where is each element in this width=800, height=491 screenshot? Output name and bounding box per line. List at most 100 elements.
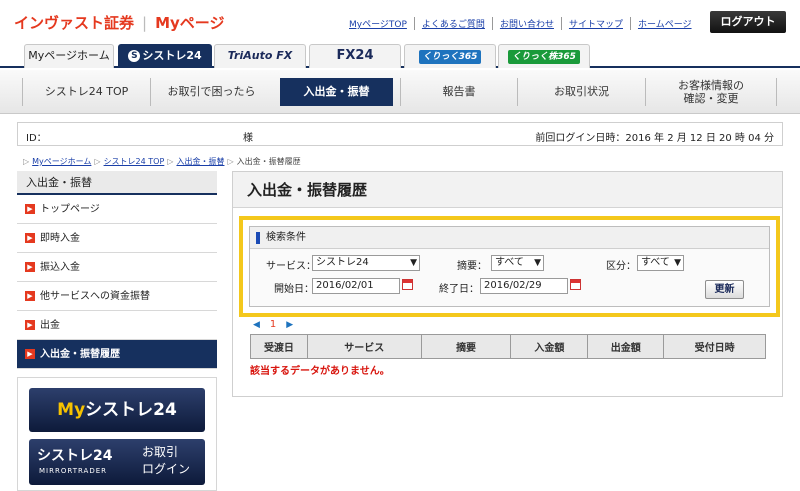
brand-name: インヴァスト証券 (14, 14, 135, 32)
start-date-input[interactable]: 2016/02/01 (312, 278, 400, 294)
sidebar-item-bank-deposit[interactable]: ▶ 振込入金 (17, 253, 217, 282)
tab-triauto-fx[interactable]: TriAuto FX (214, 44, 306, 68)
tab-systre24-label: シストレ24 (142, 49, 202, 62)
sidebar: 入出金・振替 ▶ トップページ ▶ 即時入金 ▶ 振込入金 ▶ 他サービスへの資金振替 … (17, 171, 217, 369)
next-page-icon[interactable]: ▶ (286, 320, 293, 330)
col-received-datetime: 受付日時 (663, 334, 766, 359)
main-nav: シストレ24 TOP お取引で困ったら 入出金・振替 報告書 お取引状況 お客様… (0, 70, 800, 114)
tab-systre24[interactable]: S シストレ24 (118, 44, 212, 68)
brand-logo[interactable]: インヴァスト証券 | Myページ (14, 12, 224, 33)
sidebar-heading: 入出金・振替 (17, 171, 217, 195)
banner2-line1: お取引 (142, 445, 179, 459)
sidebar-item-instant-deposit[interactable]: ▶ 即時入金 (17, 224, 217, 253)
sidebar-item-label: 振込入金 (40, 261, 80, 273)
tab-kurikku-kabu365[interactable]: くりっく株365 (498, 44, 590, 68)
site-header: インヴァスト証券 | Myページ MyページTOP よくあるご質問 お問い合わせ サ… (0, 0, 800, 44)
summary-select[interactable]: すべて ▼ (491, 255, 544, 271)
tab-kurikku365[interactable]: くりっく365 (404, 44, 496, 68)
chevron-down-icon: ▼ (674, 258, 681, 268)
page-number[interactable]: 1 (270, 319, 276, 330)
sidebar-item-label: 入出金・振替履歴 (40, 348, 120, 360)
caption-bar-icon (256, 231, 260, 244)
service-select-value: シストレ24 (316, 257, 369, 268)
breadcrumb-systre-top[interactable]: シストレ24 TOP (104, 156, 165, 167)
banner-systre-text: シストレ24 (85, 400, 177, 420)
breadcrumb-arrow: ▷ (167, 157, 174, 166)
sidebar-item-fund-transfer[interactable]: ▶ 他サービスへの資金振替 (17, 282, 217, 311)
logout-button[interactable]: ログアウト (710, 11, 786, 33)
nav-systre24-top[interactable]: シストレ24 TOP (22, 78, 150, 106)
link-sitemap[interactable]: サイトマップ (560, 17, 630, 30)
sidebar-item-label: 他サービスへの資金振替 (40, 290, 150, 302)
calendar-icon[interactable] (570, 279, 581, 290)
banner2-title: シストレ24 (37, 448, 113, 464)
prev-page-icon[interactable]: ◀ (253, 320, 260, 330)
brand-mypage: Myページ (155, 14, 225, 32)
sidebar-item-label: トップページ (40, 203, 100, 215)
breadcrumb-mypage-home[interactable]: Myページホーム (32, 156, 91, 167)
col-delivery-date: 受渡日 (250, 334, 308, 359)
arrow-right-icon: ▶ (25, 233, 35, 243)
sidebar-banners: Myシストレ24 シストレ24 MIRRORTRADER お取引 ログイン (17, 377, 217, 491)
mirrortrader-login-banner[interactable]: シストレ24 MIRRORTRADER お取引 ログイン (29, 439, 205, 485)
col-summary: 摘要 (420, 334, 512, 359)
summary-label: 摘要： (457, 261, 487, 272)
service-label: サービス： (266, 261, 316, 272)
update-button[interactable]: 更新 (705, 280, 744, 299)
kurikku-kabu365-logo: くりっく株365 (508, 50, 580, 64)
table-header-row: 受渡日 サービス 摘要 入金額 出金額 受付日時 (250, 334, 766, 359)
category-select[interactable]: すべて ▼ (637, 255, 684, 271)
sidebar-item-withdrawal[interactable]: ▶ 出金 (17, 311, 217, 340)
nav-reports[interactable]: 報告書 (400, 78, 517, 106)
link-faq[interactable]: よくあるご質問 (413, 17, 492, 30)
link-contact[interactable]: お問い合わせ (491, 17, 561, 30)
sidebar-item-label: 出金 (40, 319, 60, 331)
link-homepage[interactable]: ホームページ (629, 17, 699, 30)
arrow-right-icon: ▶ (25, 291, 35, 301)
breadcrumb-current: 入出金・振替履歴 (236, 157, 301, 166)
col-deposit-amount: 入金額 (510, 334, 589, 359)
user-bar: ID： 様 前回ログイン日時：2016 年 2 月 12 日 20 時 04 分 (17, 122, 783, 146)
systre-logo-icon: S (128, 50, 141, 62)
page-title: 入出金・振替履歴 (233, 172, 782, 208)
breadcrumb-deposit[interactable]: 入出金・振替 (176, 156, 224, 167)
sidebar-item-label: 即時入金 (40, 232, 80, 244)
breadcrumb-arrow: ▷ (227, 157, 234, 166)
arrow-right-icon: ▶ (25, 320, 35, 330)
search-caption-label: 検索条件 (266, 231, 306, 243)
user-honorific: 様 (243, 133, 253, 144)
search-form: 検索条件 サービス： シストレ24 ▼ 摘要： すべて ▼ 区分： すべて ▼ 開始日… (249, 226, 770, 307)
sidebar-item-top[interactable]: ▶ トップページ (17, 195, 217, 224)
link-mypage-top[interactable]: MyページTOP (342, 17, 414, 30)
category-select-value: すべて (641, 257, 670, 268)
history-table: 受渡日 サービス 摘要 入金額 出金額 受付日時 (250, 334, 766, 359)
search-caption: 検索条件 (250, 227, 769, 249)
tab-fx24[interactable]: FX24 (309, 44, 401, 68)
search-conditions-box: 検索条件 サービス： シストレ24 ▼ 摘要： すべて ▼ 区分： すべて ▼ 開始日… (239, 216, 780, 317)
chevron-down-icon: ▼ (534, 258, 541, 268)
end-date-input[interactable]: 2016/02/29 (480, 278, 568, 294)
nav-customer-info[interactable]: お客様情報の 確認・変更 (645, 78, 777, 106)
chevron-down-icon: ▼ (410, 258, 417, 268)
service-select[interactable]: シストレ24 ▼ (312, 255, 420, 271)
product-tabs: Myページホーム S シストレ24 TriAuto FX FX24 くりっく365… (0, 44, 800, 68)
main-panel: 入出金・振替履歴 検索条件 サービス： シストレ24 ▼ 摘要： すべて ▼ 区分：… (232, 171, 783, 397)
no-data-message: 該当するデータがありません。 (250, 366, 390, 377)
tab-mypage-home[interactable]: Myページホーム (24, 44, 114, 68)
sidebar-item-history[interactable]: ▶ 入出金・振替履歴 (17, 340, 217, 369)
breadcrumb-arrow: ▷ (94, 157, 101, 166)
nav-customer-info-line2: 確認・変更 (683, 92, 739, 105)
nav-trade-status[interactable]: お取引状況 (517, 78, 645, 106)
nav-trouble[interactable]: お取引で困ったら (150, 78, 272, 106)
my-systre24-banner[interactable]: Myシストレ24 (29, 388, 205, 432)
banner2-login-text: お取引 ログイン (142, 444, 190, 478)
calendar-icon[interactable] (402, 279, 413, 290)
pager: ◀ 1 ▶ (253, 319, 293, 330)
arrow-right-icon: ▶ (25, 262, 35, 272)
end-date-label: 終了日： (439, 284, 479, 295)
nav-deposit-transfer[interactable]: 入出金・振替 (280, 78, 393, 106)
nav-customer-info-line1: お客様情報の (678, 79, 744, 92)
arrow-right-icon: ▶ (25, 204, 35, 214)
breadcrumb-arrow: ▷ (23, 157, 30, 166)
kurikku365-logo: くりっく365 (418, 50, 482, 64)
